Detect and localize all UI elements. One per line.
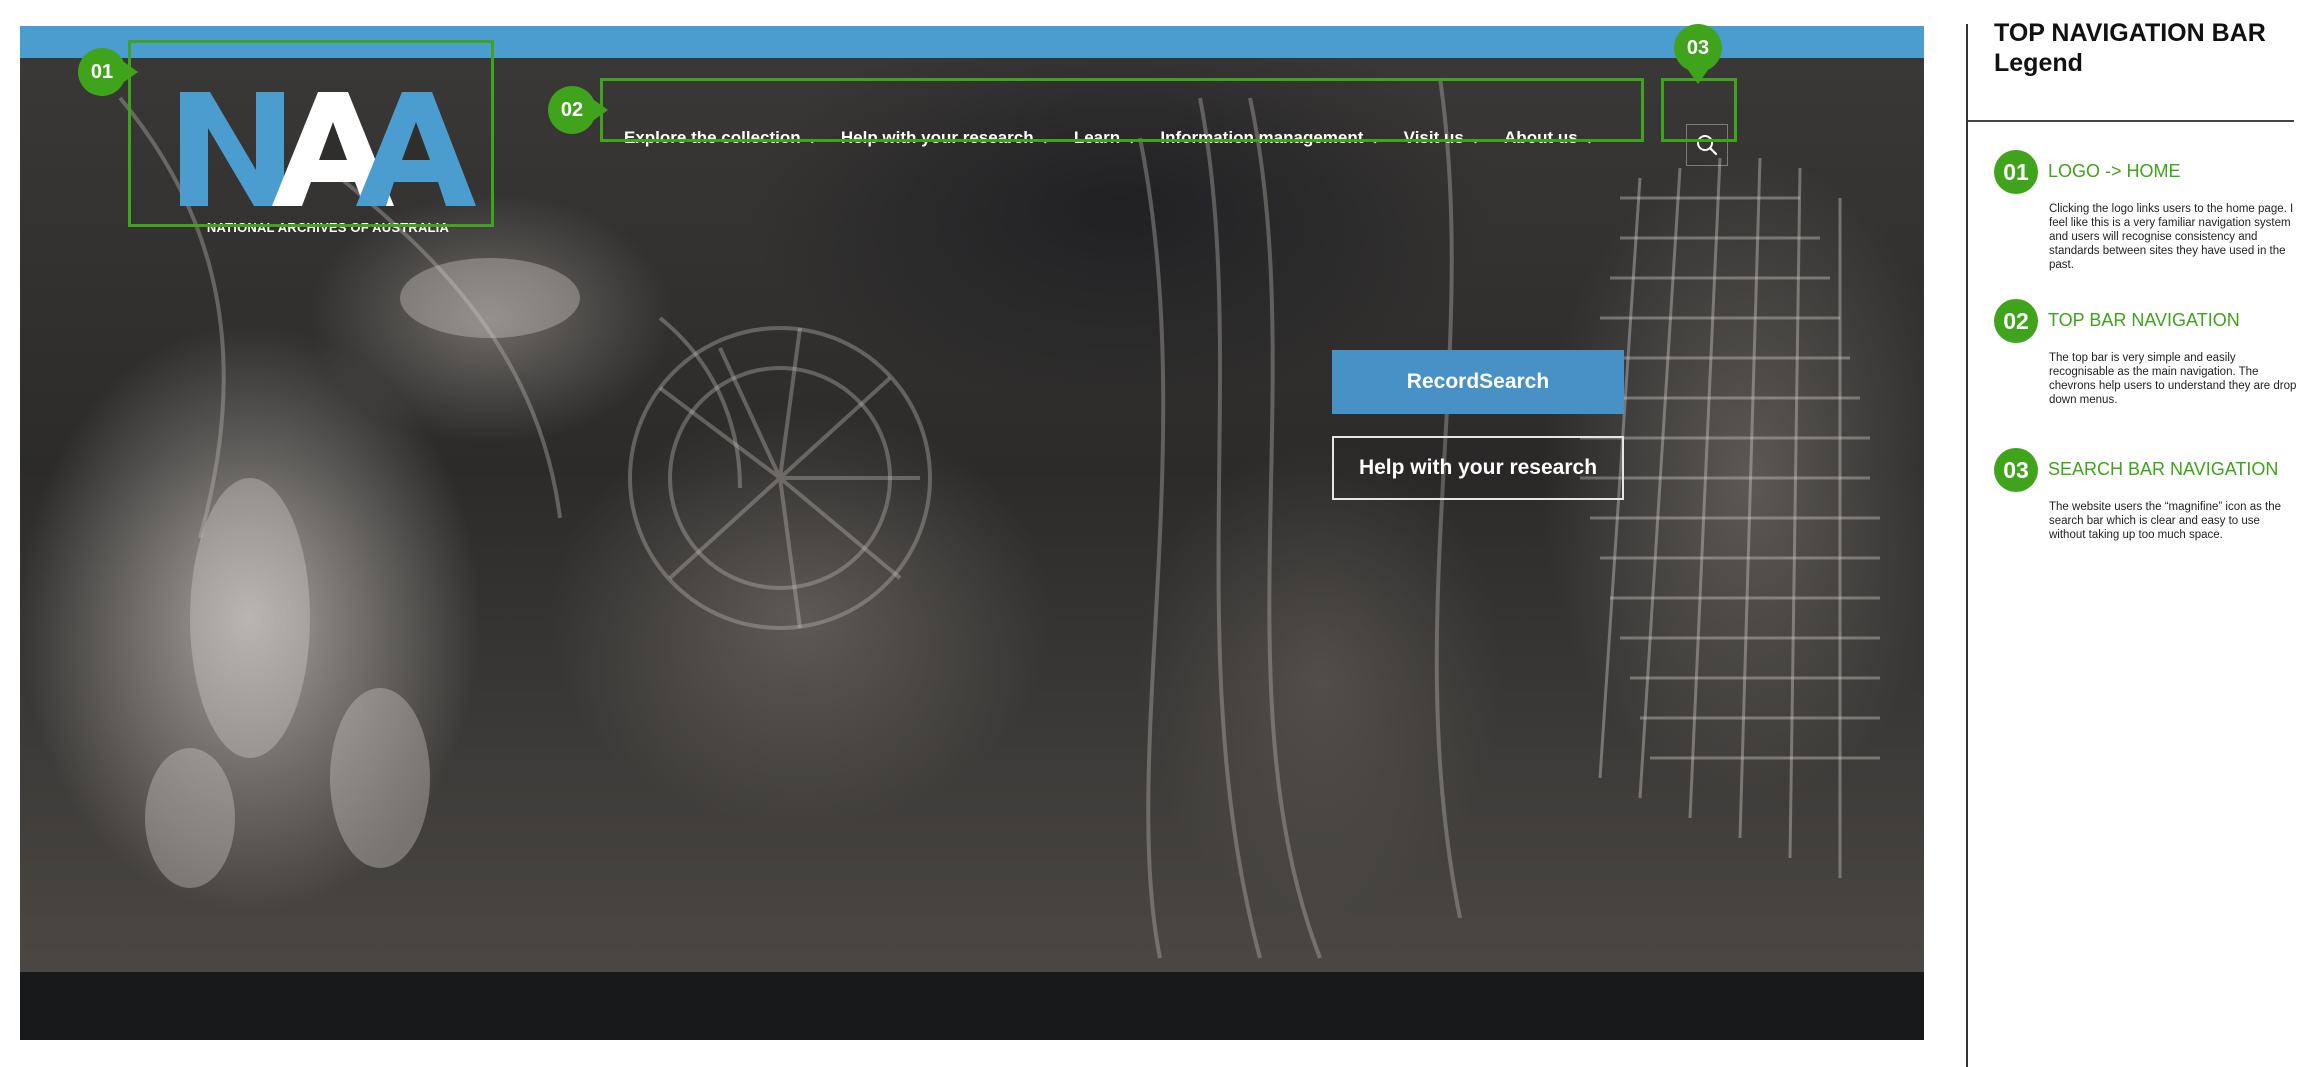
legend-subtitle: Legend (1994, 49, 2083, 77)
help-with-your-research-button[interactable]: Help with your research (1332, 436, 1624, 500)
legend-description-top-bar-navigation: The top bar is very simple and easily re… (2049, 352, 2297, 406)
annotation-box-navigation (600, 78, 1644, 142)
bottom-dark-band (20, 972, 1924, 1040)
legend-rule (1968, 120, 2294, 122)
legend-description-search-bar-navigation: The website users the “magnifine” icon a… (2049, 501, 2282, 541)
annotation-marker-01: 01 (78, 48, 138, 96)
legend-title: TOP NAVIGATION BAR (1994, 19, 2266, 47)
legend-description-logo-home: Clicking the logo links users to the hom… (2049, 203, 2294, 271)
legend-heading-logo-home: LOGO -> HOME (2048, 161, 2181, 181)
recordsearch-button[interactable]: RecordSearch (1332, 350, 1624, 414)
annotation-box-search (1661, 78, 1737, 142)
legend-number-01: 01 (1994, 150, 2038, 194)
legend-heading-top-bar-navigation: TOP BAR NAVIGATION (2048, 310, 2240, 330)
legend-divider (1966, 24, 1968, 1067)
annotation-box-logo (128, 40, 494, 227)
legend-heading-search-bar-navigation: SEARCH BAR NAVIGATION (2048, 459, 2279, 479)
legend-number-02: 02 (1994, 299, 2038, 343)
annotation-marker-02: 02 (548, 86, 608, 134)
legend-number-03: 03 (1994, 448, 2038, 492)
annotation-marker-03: 03 (1674, 24, 1722, 84)
